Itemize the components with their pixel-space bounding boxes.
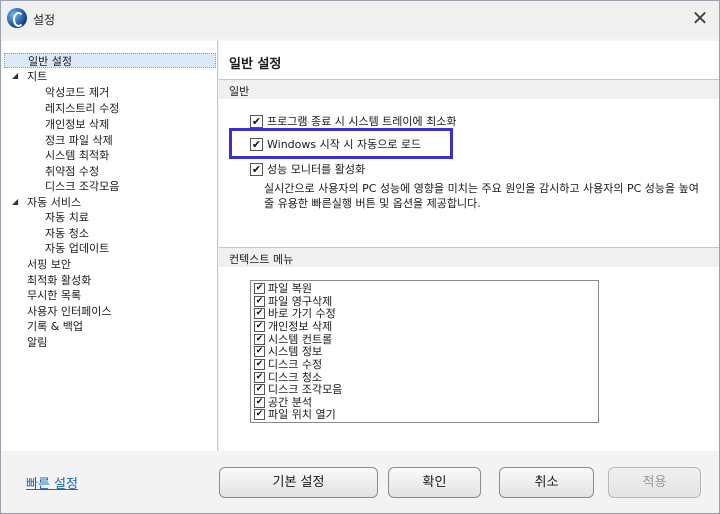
sidebar-item-malware-removal[interactable]: 악성코드 제거	[45, 85, 109, 100]
list-item-label: 디스크 수정	[268, 358, 323, 371]
sidebar-item-fix[interactable]: 지트	[27, 69, 47, 84]
sidebar-item-junk-file-clean[interactable]: 정크 파일 삭제	[45, 133, 113, 148]
settings-sidebar: 일반 설정 ◢ 지트 악성코드 제거 레지스트리 수정 개인정보 삭제 정크 파…	[2, 41, 218, 451]
checkbox[interactable]: ✔	[254, 372, 265, 383]
settings-content: 일반 설정 일반 ✔ 프로그램 종료 시 시스템 트레이에 최소화 ✔ Wind…	[219, 41, 719, 451]
quick-settings-link[interactable]: 빠른 설정	[26, 473, 78, 492]
title-bar: 설정 ✕	[1, 1, 719, 37]
checkbox[interactable]: ✔	[254, 321, 265, 332]
sidebar-item-history-backup[interactable]: 기록 & 백업	[27, 319, 83, 334]
cancel-button[interactable]: 취소	[499, 467, 594, 498]
sidebar-item-vulnerability-fix[interactable]: 취약점 수정	[45, 164, 99, 179]
checkbox[interactable]: ✔	[250, 163, 263, 176]
section-header-context-menu: 컨텍스트 메뉴	[219, 247, 719, 267]
close-icon[interactable]: ✕	[687, 6, 713, 32]
checkbox[interactable]: ✔	[254, 296, 265, 307]
sidebar-item-label: 일반 설정	[28, 55, 72, 68]
checkbox[interactable]: ✔	[254, 384, 265, 395]
sidebar-item-auto-service[interactable]: 자동 서비스	[27, 195, 81, 210]
settings-window: 설정 ✕ 일반 설정 ◢ 지트 악성코드 제거 레지스트리 수정 개인정보 삭제…	[0, 0, 720, 514]
option-label: 성능 모니터를 활성화	[267, 163, 366, 176]
checkbox[interactable]: ✔	[254, 397, 265, 408]
list-item-label: 파일 위치 열기	[268, 408, 336, 421]
checkbox[interactable]: ✔	[254, 283, 265, 294]
list-item-label: 디스크 조각모음	[268, 383, 343, 396]
window-title: 설정	[33, 13, 56, 27]
sidebar-item-notifications[interactable]: 알림	[27, 335, 47, 350]
sidebar-item-auto-update[interactable]: 자동 업데이트	[45, 241, 109, 256]
page-title: 일반 설정	[229, 57, 282, 72]
section-title: 컨텍스트 메뉴	[229, 253, 294, 266]
checkbox[interactable]: ✔	[250, 115, 263, 128]
sidebar-item-auto-cure[interactable]: 자동 치료	[45, 210, 89, 225]
section-header-general: 일반	[219, 79, 719, 99]
sidebar-item-registry-fix[interactable]: 레지스트리 수정	[45, 101, 119, 116]
list-item-label: 바로 가기 수정	[268, 307, 336, 320]
list-item-label: 개인정보 삭제	[268, 320, 333, 333]
context-menu-list[interactable]: ✔ 파일 복원 ✔ 파일 영구삭제 ✔ 바로 가기 수정 ✔ 개인정보 삭제 ✔ 시스템 …	[250, 280, 599, 423]
list-item-label: 파일 복원	[268, 282, 312, 295]
sidebar-item-disk-defrag[interactable]: 디스크 조각모음	[45, 179, 119, 194]
sidebar-item-ignore-list[interactable]: 무시한 목록	[27, 288, 81, 303]
sidebar-item-surfing-security[interactable]: 서핑 보안	[27, 257, 71, 272]
checkbox[interactable]: ✔	[254, 308, 265, 319]
sidebar-item-privacy-clean[interactable]: 개인정보 삭제	[45, 117, 109, 132]
checkbox[interactable]: ✔	[254, 346, 265, 357]
checkbox[interactable]: ✔	[254, 334, 265, 345]
sidebar-item-general-settings[interactable]: 일반 설정	[4, 53, 216, 68]
expand-arrow-icon[interactable]: ◢	[12, 197, 22, 207]
option-label: Windows 시작 시 자동으로 로드	[267, 138, 422, 151]
checkbox[interactable]: ✔	[250, 138, 263, 151]
sidebar-item-user-interface[interactable]: 사용자 인터페이스	[27, 304, 111, 319]
ok-button[interactable]: 확인	[388, 467, 481, 498]
list-item-label: 시스템 정보	[268, 345, 323, 358]
sidebar-item-auto-clean[interactable]: 자동 청소	[45, 226, 89, 241]
checkbox[interactable]: ✔	[254, 409, 265, 420]
sidebar-item-optimization-activate[interactable]: 최적화 활성화	[27, 273, 91, 288]
apply-button[interactable]: 적용	[608, 467, 701, 498]
checkbox[interactable]: ✔	[254, 359, 265, 370]
app-logo-icon	[7, 8, 27, 28]
default-settings-button[interactable]: 기본 설정	[219, 467, 378, 498]
sidebar-item-system-optimize[interactable]: 시스템 최적화	[45, 148, 109, 163]
expand-arrow-icon[interactable]: ◢	[12, 71, 22, 81]
section-title: 일반	[229, 85, 250, 98]
performance-monitor-description: 실시간으로 사용자의 PC 성능에 영향을 미치는 주요 원인을 감시하고 사용…	[264, 182, 699, 210]
